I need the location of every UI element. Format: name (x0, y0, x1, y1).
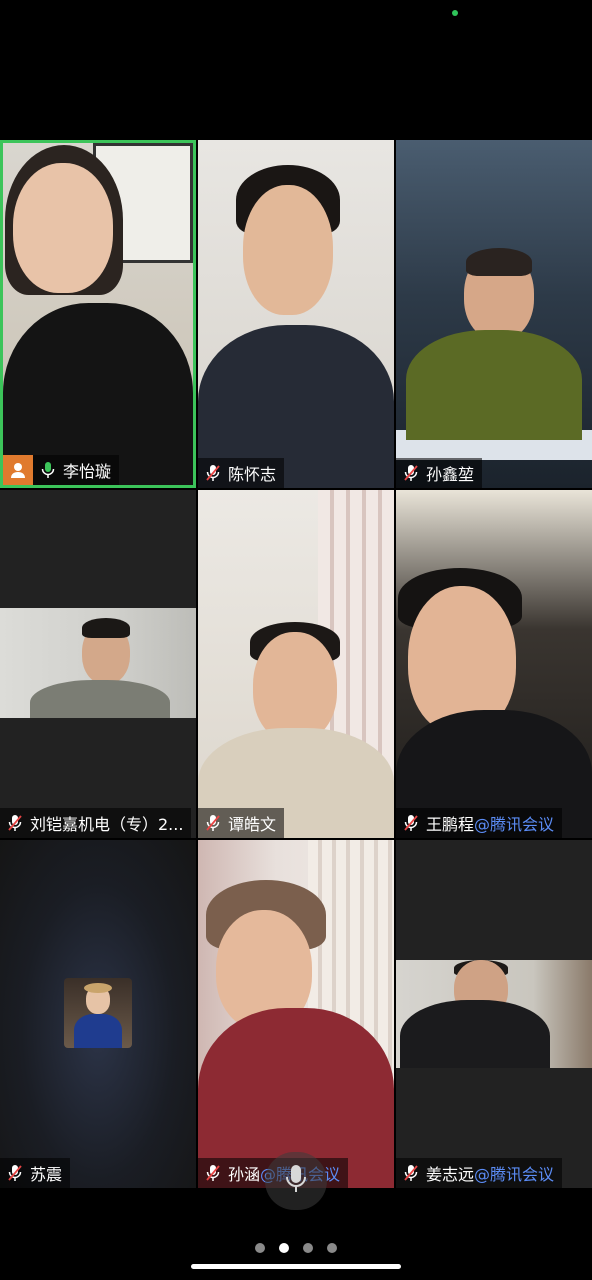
participant-tile-2[interactable]: 陈怀志 (198, 140, 394, 488)
video-feed (396, 140, 592, 488)
video-feed (198, 840, 394, 1188)
video-feed (3, 143, 193, 485)
video-feed (0, 490, 196, 838)
mic-icon (39, 461, 57, 479)
participant-name: 李怡璇 (63, 462, 112, 481)
participant-tile-6[interactable]: 王鹏程 @腾讯会议 (396, 490, 592, 838)
mic-icon (285, 1164, 307, 1198)
participant-tile-4[interactable]: 刘铠嘉机电（专）2... (0, 490, 196, 838)
page-indicator[interactable] (0, 1243, 592, 1253)
video-feed (396, 490, 592, 838)
video-feed (396, 840, 592, 1188)
page-dot-1[interactable] (255, 1243, 265, 1253)
participant-namebar: 谭皓文 (198, 808, 285, 838)
floating-mic-button[interactable] (265, 1152, 327, 1210)
home-indicator[interactable] (191, 1264, 401, 1269)
page-dot-2-current[interactable] (279, 1243, 289, 1253)
participant-namebar: 苏震 (0, 1158, 71, 1188)
participant-tile-5[interactable]: 谭皓文 (198, 490, 394, 838)
participant-namebar: 陈怀志 (198, 458, 285, 488)
participant-namebar: 王鹏程 @腾讯会议 (396, 808, 563, 838)
participant-namebar: 姜志远 @腾讯会议 (396, 1158, 563, 1188)
video-grid: 李怡璇 陈怀志 孙鑫堃 刘铠嘉机电（专）2... 谭皓文 王鹏程 @腾讯会议 苏… (0, 140, 592, 1188)
participant-name: 苏震 (30, 1165, 63, 1184)
camera-indicator-dot (452, 10, 458, 16)
participant-name: 王鹏程 (426, 815, 475, 834)
participant-tile-1[interactable]: 李怡璇 (0, 140, 196, 488)
participant-name: 刘铠嘉机电（专）2... (30, 815, 184, 834)
video-feed (198, 140, 394, 488)
page-dot-4[interactable] (327, 1243, 337, 1253)
participant-tile-3[interactable]: 孙鑫堃 (396, 140, 592, 488)
meeting-app-suffix: @腾讯会议 (474, 1165, 555, 1184)
host-icon (3, 455, 33, 485)
participant-name: 姜志远 (426, 1165, 475, 1184)
mic-muted-icon (402, 464, 420, 482)
participant-tile-7[interactable]: 苏震 (0, 840, 196, 1188)
mic-muted-icon (204, 814, 222, 832)
video-feed (0, 840, 196, 1188)
video-feed (198, 490, 394, 838)
meeting-app-suffix: @腾讯会议 (474, 815, 555, 834)
mic-muted-icon (6, 814, 24, 832)
participant-namebar: 孙鑫堃 (396, 458, 483, 488)
avatar (64, 978, 132, 1048)
participant-tile-8[interactable]: 孙涵 @腾讯会议 (198, 840, 394, 1188)
participant-namebar: 刘铠嘉机电（专）2... (0, 808, 192, 838)
mic-muted-icon (6, 1164, 24, 1182)
page-dot-3[interactable] (303, 1243, 313, 1253)
participant-name: 孙涵 (228, 1165, 261, 1184)
mic-muted-icon (204, 1164, 222, 1182)
mic-muted-icon (402, 1164, 420, 1182)
participant-name: 谭皓文 (228, 815, 277, 834)
mic-muted-icon (402, 814, 420, 832)
participant-name: 陈怀志 (228, 465, 277, 484)
participant-tile-9[interactable]: 姜志远 @腾讯会议 (396, 840, 592, 1188)
participant-namebar: 李怡璇 (3, 455, 120, 485)
mic-muted-icon (204, 464, 222, 482)
participant-name: 孙鑫堃 (426, 465, 475, 484)
